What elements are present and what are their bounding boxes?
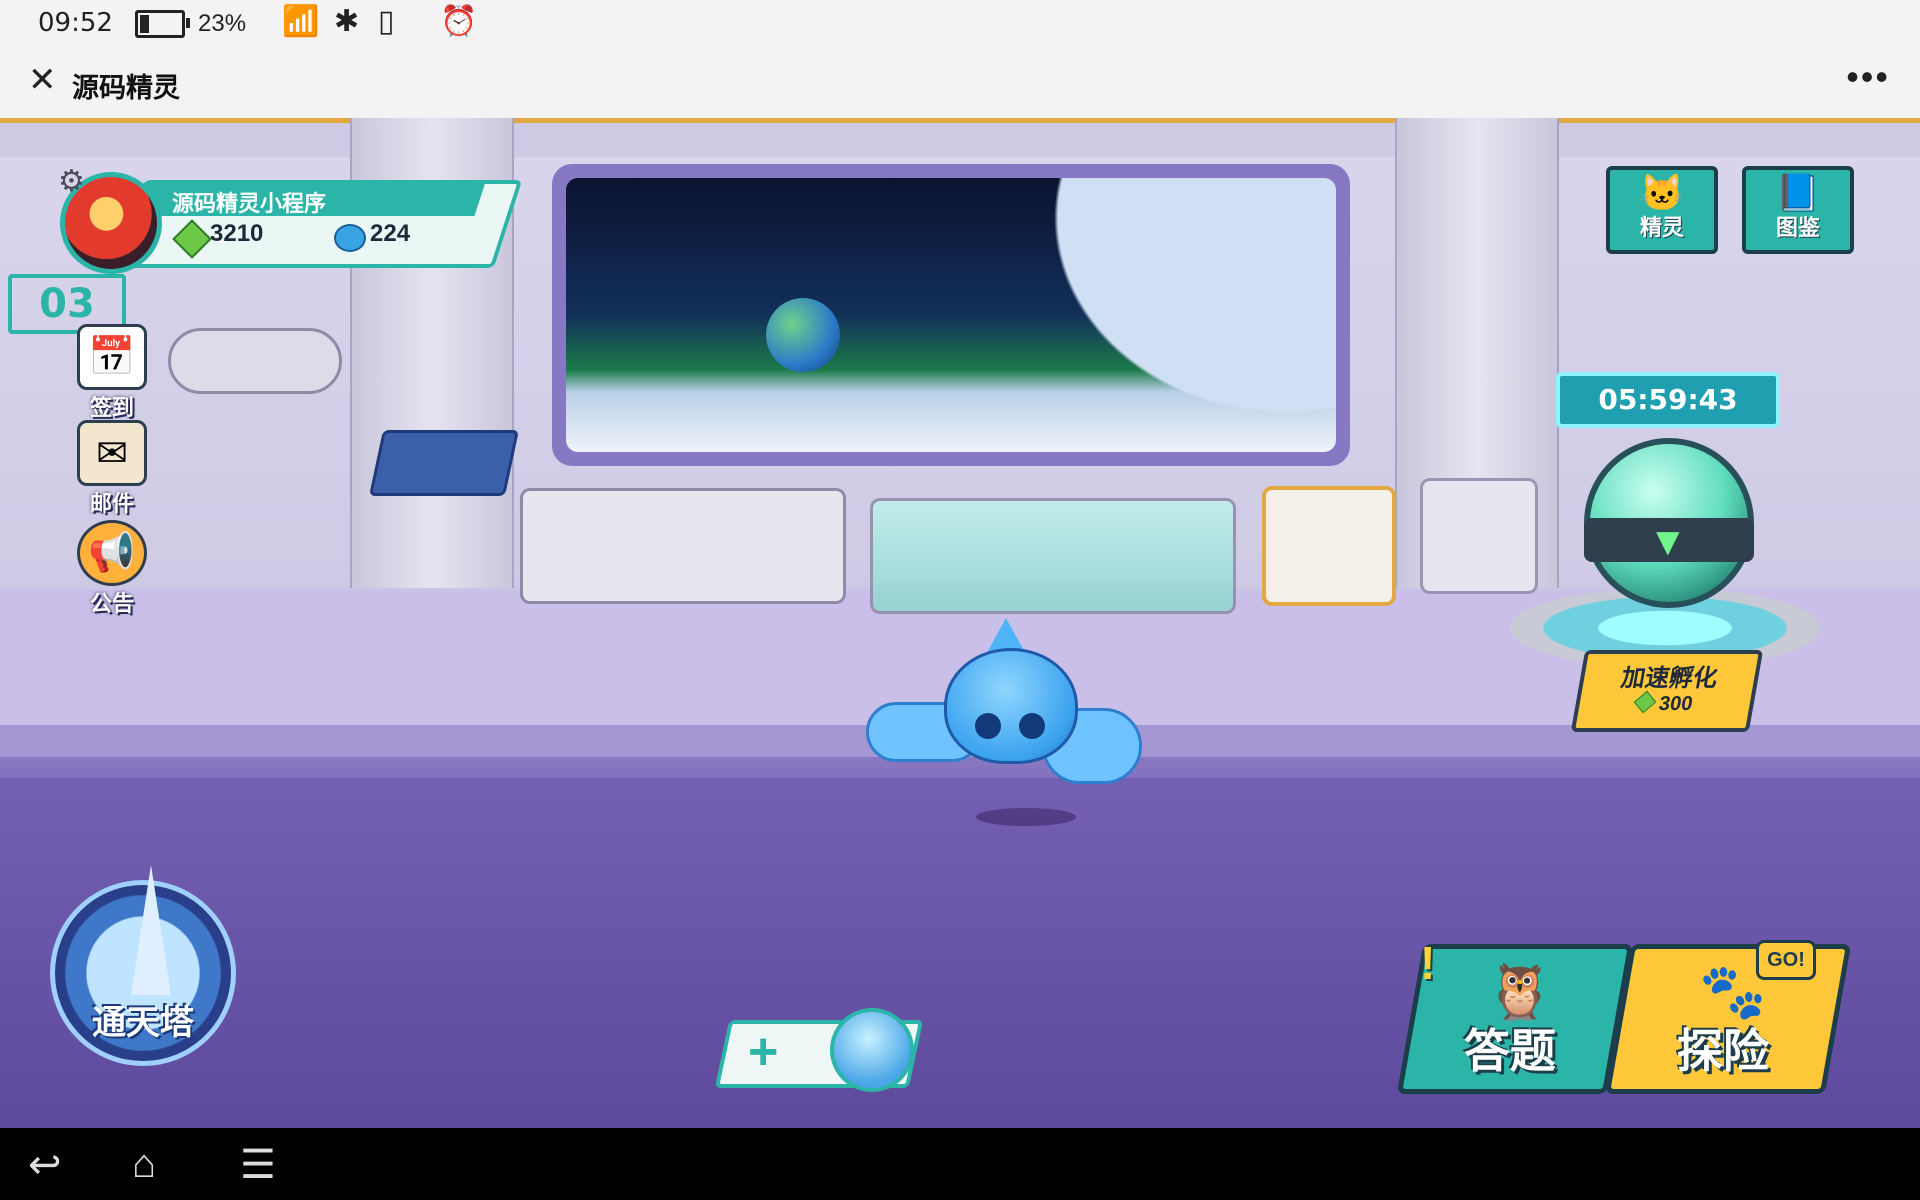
sprite-egg[interactable]: ▼: [1584, 438, 1754, 608]
explore-label: 探险: [1676, 1025, 1769, 1077]
player-profile[interactable]: 源码精灵小程序 ⚙ 3210 224: [58, 165, 523, 274]
speedup-label: 加速孵化: [1618, 665, 1720, 692]
status-time: 09:52: [38, 8, 113, 38]
wifi-icon: 📶: [282, 5, 320, 38]
orb-count: 224: [370, 220, 411, 247]
speedup-hatch-button[interactable]: 加速孵化 300: [1570, 650, 1764, 732]
storage-box: [1262, 486, 1396, 606]
mail-button[interactable]: ✉ 邮件: [72, 420, 152, 518]
incubation-timer: 05:59:43: [1556, 372, 1780, 428]
announcement-label: 公告: [89, 591, 134, 616]
back-icon[interactable]: ↩: [28, 1142, 62, 1188]
speedup-cost-value: 300: [1657, 693, 1695, 715]
team-sprite-avatar: [830, 1008, 914, 1092]
book-icon: 📘: [1775, 172, 1821, 213]
sprite-eye: [975, 713, 1001, 739]
sprite-head: [944, 648, 1078, 764]
home-icon[interactable]: ⌂: [132, 1142, 156, 1187]
checkin-button[interactable]: 📅 签到: [72, 324, 152, 422]
handbook-button[interactable]: 📘 图鉴: [1742, 166, 1854, 254]
player-name: 源码精灵小程序: [172, 191, 327, 216]
go-badge: GO!: [1756, 940, 1816, 980]
page-title: 源码精灵: [72, 73, 180, 103]
title-bar: ✕ 源码精灵 •••: [0, 46, 1920, 119]
main-sprite[interactable]: [866, 618, 1142, 826]
alert-badge: !: [1420, 937, 1436, 989]
battery-percent: 23%: [198, 10, 247, 37]
sprite-eye: [1019, 713, 1045, 739]
battery-icon: [135, 10, 190, 38]
speedup-cost: 300: [1578, 690, 1752, 716]
triangle-icon: ▼: [1648, 520, 1688, 564]
tower-button[interactable]: 通天塔: [50, 865, 236, 1066]
gem-count: 3210: [210, 220, 264, 247]
handbook-label: 图鉴: [1775, 215, 1820, 240]
gear-icon[interactable]: ⚙: [58, 164, 85, 199]
more-icon[interactable]: •••: [1846, 56, 1890, 98]
quiz-label: 答题: [1463, 1025, 1556, 1077]
tower-label: 通天塔: [92, 1004, 194, 1042]
add-sprite-icon: +: [748, 1023, 779, 1081]
bluetooth-icon: ✱: [334, 5, 360, 38]
tower-icon: [131, 865, 171, 995]
calendar-icon: 📅: [77, 324, 147, 390]
vibrate-icon: ▯: [378, 5, 395, 38]
ceiling: [0, 118, 1920, 157]
cat-face-icon: 🐱: [1639, 172, 1685, 213]
orb-icon: [334, 224, 366, 252]
sprites-button[interactable]: 🐱 精灵: [1606, 166, 1718, 254]
close-icon[interactable]: ✕: [28, 60, 57, 100]
console-desk: [520, 488, 846, 604]
robot-screen: [368, 430, 520, 496]
mail-label: 邮件: [89, 491, 134, 516]
space-window: [552, 164, 1350, 466]
sprite-shadow: [976, 808, 1076, 826]
sprites-label: 精灵: [1639, 215, 1684, 240]
plant-tank: [870, 498, 1236, 614]
gem-icon: [1634, 690, 1657, 714]
announcement-button[interactable]: 📢 公告: [72, 520, 152, 618]
space-view: [566, 178, 1336, 452]
game-scene[interactable]: 源码精灵小程序 ⚙ 3210 224 03 📅 签到 ✉ 邮件 📢 公告 🐱 精…: [0, 118, 1920, 1128]
earth-planet: [766, 298, 840, 372]
checkin-label: 签到: [89, 395, 134, 420]
status-bar: 09:52 23% 📶 ✱ ▯ ⏰: [0, 0, 1920, 46]
alarm-icon: ⏰: [440, 5, 478, 38]
drone-machine: [168, 328, 342, 394]
team-button[interactable]: +: [714, 1008, 924, 1098]
terminal-box: [1420, 478, 1538, 594]
recent-apps-icon[interactable]: ☰: [240, 1142, 276, 1188]
navigation-bar: ↩ ⌂ ☰: [0, 1128, 1920, 1200]
mail-icon: ✉: [77, 420, 147, 486]
megaphone-icon: 📢: [77, 520, 147, 586]
